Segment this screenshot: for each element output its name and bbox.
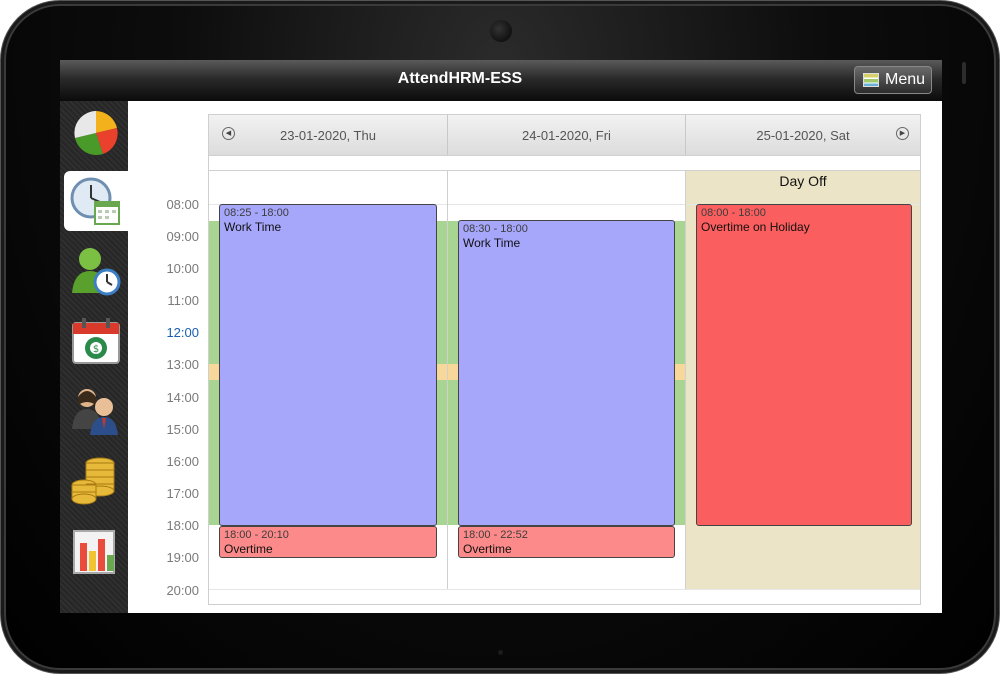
time-label: 20:00	[166, 583, 199, 598]
all-day-row	[209, 155, 920, 171]
time-label: 10:00	[166, 261, 199, 276]
day-off-label: Day Off	[779, 173, 827, 189]
sidebar-item-employee[interactable]	[64, 241, 128, 301]
event-time: 18:00 - 20:10	[224, 529, 289, 541]
event-work-time-thu[interactable]: 08:25 - 18:00 Work Time	[219, 204, 437, 526]
sidebar-item-payroll[interactable]	[64, 451, 128, 511]
event-time: 18:00 - 22:52	[463, 529, 528, 541]
svg-text:$: $	[93, 344, 99, 355]
day-header-thu[interactable]: ◀ 23-01-2020, Thu	[209, 115, 448, 155]
time-label: 15:00	[166, 422, 199, 437]
side-button	[962, 62, 966, 84]
event-overtime-fri[interactable]: 18:00 - 22:52 Overtime	[458, 526, 675, 558]
sidebar-item-attendance[interactable]	[64, 171, 128, 231]
time-label: 09:00	[166, 229, 199, 244]
app-title: AttendHRM-ESS	[397, 70, 523, 87]
event-time: 08:25 - 18:00	[224, 207, 289, 219]
prev-day-icon[interactable]: ◀	[222, 127, 235, 140]
attendance-clock-icon	[70, 177, 120, 225]
event-time: 08:00 - 18:00	[701, 207, 766, 219]
next-day-icon[interactable]: ▶	[896, 127, 909, 140]
event-title: Overtime on Holiday	[701, 220, 810, 234]
hour-gridline	[209, 589, 920, 590]
event-title: Overtime	[224, 542, 273, 556]
day-header-sat[interactable]: 25-01-2020, Sat ▶	[686, 115, 920, 155]
event-time: 08:30 - 18:00	[463, 223, 528, 235]
event-overtime-thu[interactable]: 18:00 - 20:10 Overtime	[219, 526, 437, 558]
calendar-area: 08:00 09:00 10:00 11:00 12:00 13:00 14:0…	[128, 101, 942, 613]
employee-clock-icon	[72, 248, 121, 296]
day-header-label: 24-01-2020, Fri	[522, 127, 611, 143]
day-header-fri[interactable]: 24-01-2020, Fri	[448, 115, 686, 155]
day-header-label: 25-01-2020, Sat	[756, 127, 850, 143]
leave-calendar-icon: $	[72, 318, 120, 364]
week-calendar: ◀ 23-01-2020, Thu 24-01-2020, Fri 25-01-…	[208, 114, 921, 605]
camera-lens	[490, 20, 512, 42]
dashboard-chart-icon	[74, 111, 118, 157]
reports-chart-icon	[73, 530, 115, 574]
payroll-coins-icon	[71, 457, 115, 505]
sidebar-item-dashboard[interactable]	[64, 103, 128, 163]
event-title: Work Time	[224, 220, 282, 234]
time-label: 08:00	[166, 197, 199, 212]
time-label: 17:00	[166, 486, 199, 501]
event-title: Overtime	[463, 542, 512, 556]
menu-button-label: Menu	[885, 71, 926, 88]
time-label: 18:00	[166, 518, 199, 533]
app-screen: AttendHRM-ESS Menu $ 08:00 09:00 10:00 1…	[60, 60, 942, 613]
time-label: 19:00	[166, 550, 199, 565]
time-label: 13:00	[166, 357, 199, 372]
menu-button[interactable]: Menu	[854, 66, 932, 94]
column-divider	[447, 171, 448, 589]
current-time-label: 12:00	[166, 325, 199, 340]
sensor-dot	[498, 650, 503, 655]
people-icon	[72, 389, 118, 435]
day-header-label: 23-01-2020, Thu	[280, 127, 376, 143]
time-label: 14:00	[166, 390, 199, 405]
time-label: 11:00	[167, 293, 199, 308]
menu-icon	[863, 73, 879, 87]
sidebar-item-leave[interactable]: $	[64, 311, 128, 371]
sidebar: $	[60, 101, 128, 613]
event-title: Work Time	[463, 236, 521, 250]
title-bar: AttendHRM-ESS Menu	[60, 60, 942, 101]
sidebar-item-people[interactable]	[64, 381, 128, 441]
event-overtime-holiday-sat[interactable]: 08:00 - 18:00 Overtime on Holiday	[696, 204, 912, 526]
event-work-time-fri[interactable]: 08:30 - 18:00 Work Time	[458, 220, 675, 526]
sidebar-item-reports[interactable]	[64, 521, 128, 581]
time-label: 16:00	[166, 454, 199, 469]
column-divider	[685, 171, 686, 589]
